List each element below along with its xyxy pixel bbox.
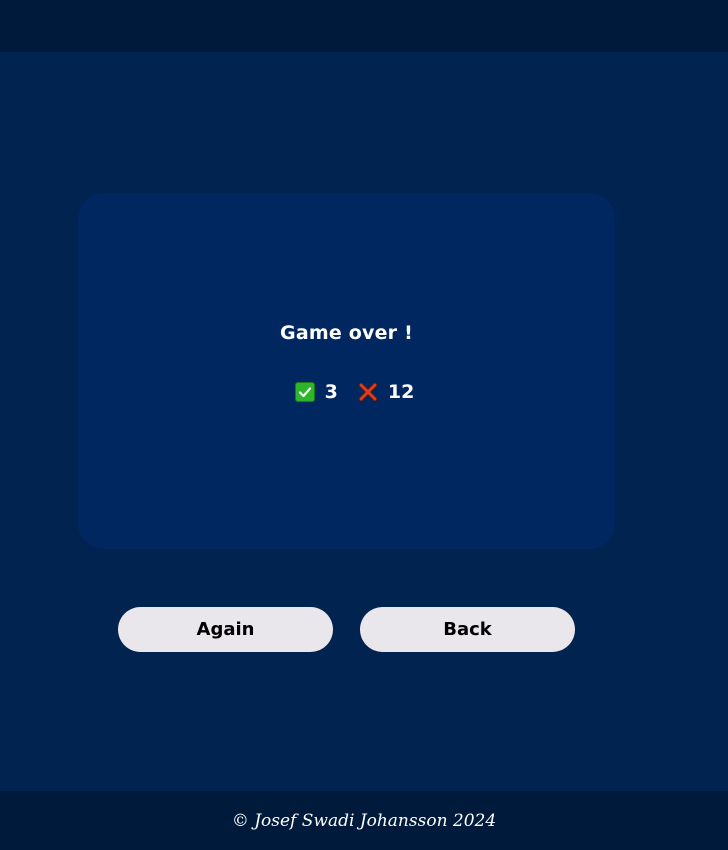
- correct-count: 3: [324, 381, 338, 403]
- check-icon: [294, 382, 315, 402]
- score-row: 3 12: [78, 381, 615, 403]
- again-button[interactable]: Again: [118, 607, 333, 652]
- copyright-text: © Josef Swadi Johansson 2024: [231, 810, 497, 831]
- result-card: Game over ! 3 12: [78, 193, 615, 549]
- back-button[interactable]: Back: [360, 607, 575, 652]
- top-bar: [0, 0, 728, 52]
- game-over-title: Game over !: [280, 322, 413, 344]
- cross-icon: [358, 382, 378, 402]
- footer: © Josef Swadi Johansson 2024: [0, 791, 728, 850]
- wrong-count: 12: [387, 381, 415, 403]
